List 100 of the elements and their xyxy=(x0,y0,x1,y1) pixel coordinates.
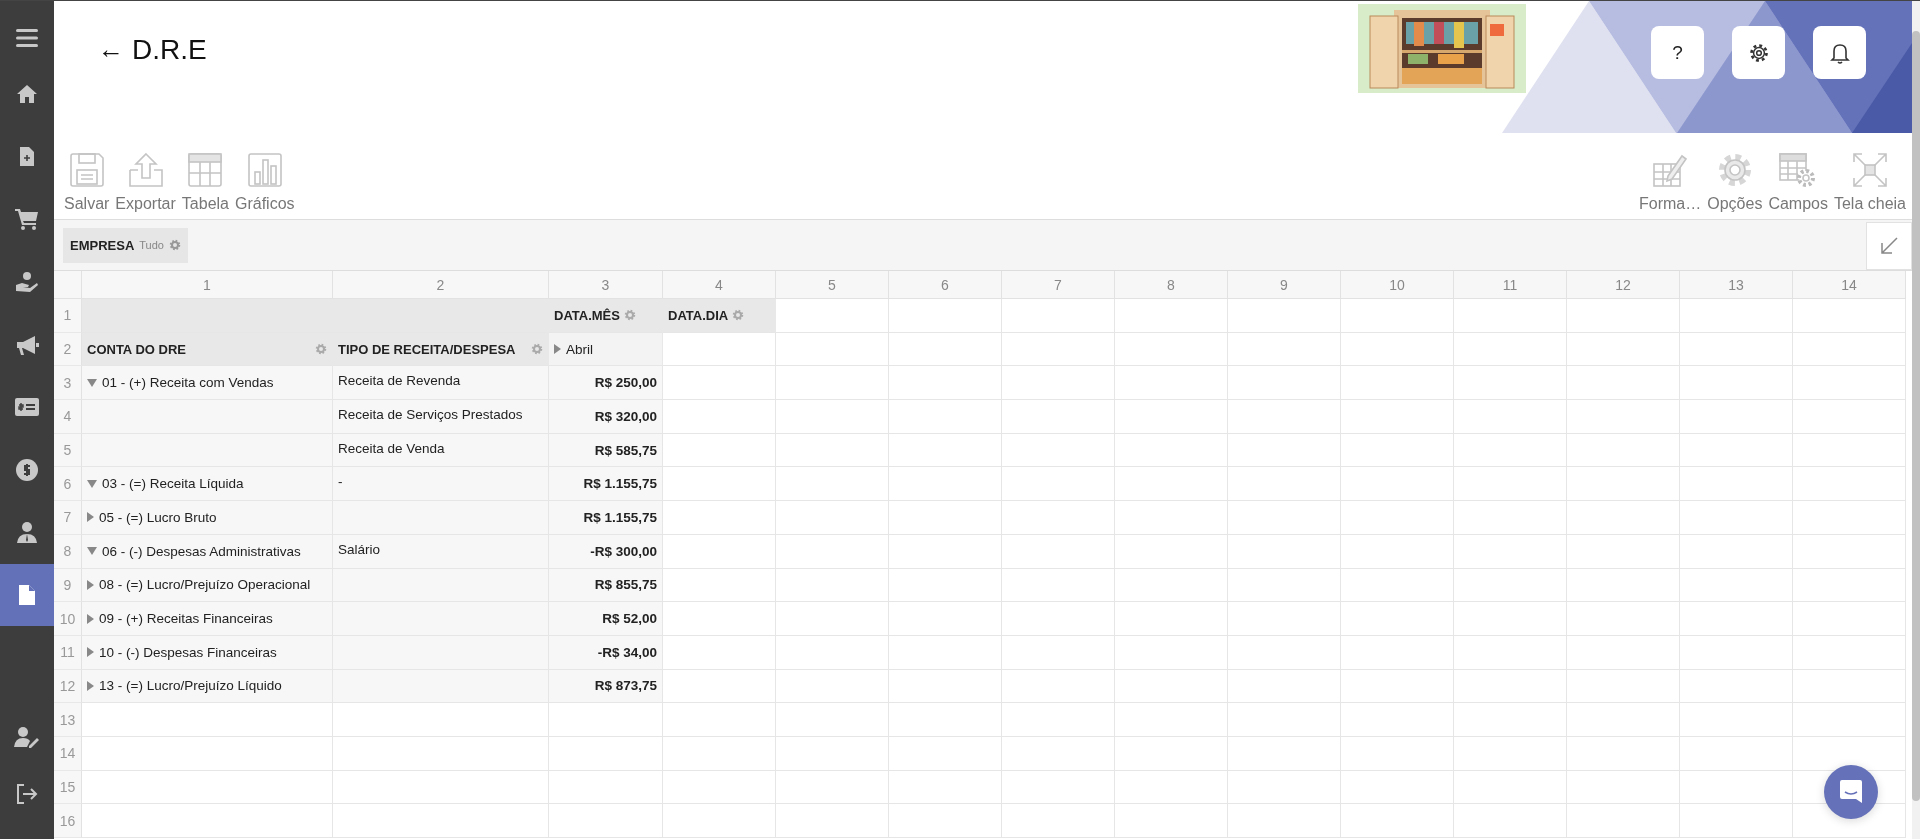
scrollbar[interactable] xyxy=(1912,1,1920,839)
column-number: 12 xyxy=(1567,271,1680,299)
cell-text: 10 - (-) Despesas Financeiras xyxy=(99,644,277,660)
bell-icon xyxy=(1829,41,1850,64)
fullscreen-button[interactable]: Tela cheia xyxy=(1831,152,1908,213)
charts-button[interactable]: Gráficos xyxy=(233,152,297,213)
cell-text: 06 - (-) Despesas Administrativas xyxy=(102,543,301,559)
table-cell: Receita de Revenda xyxy=(333,366,549,401)
row-number: 8 xyxy=(54,534,82,569)
column-field-header[interactable]: DATA.MÊS xyxy=(549,299,663,333)
person-icon xyxy=(16,521,38,544)
row-number: 4 xyxy=(54,400,82,434)
row-number: 3 xyxy=(54,366,82,401)
gear-icon xyxy=(732,309,745,322)
caret-icon[interactable] xyxy=(87,479,97,488)
sidebar-item[interactable] xyxy=(0,563,54,627)
filter-chip[interactable]: EMPRESA Tudo xyxy=(63,227,188,263)
column-number: 1 xyxy=(82,271,333,299)
filter-value: Tudo xyxy=(139,239,164,251)
options-button[interactable]: Opções xyxy=(1705,152,1765,213)
table-cell: R$ 873,75 xyxy=(549,669,663,704)
caret-icon[interactable] xyxy=(87,680,94,691)
table-cell: R$ 1.155,75 xyxy=(549,501,663,535)
table-cell: R$ 585,75 xyxy=(549,433,663,468)
menu-icon xyxy=(16,28,38,48)
file-add-icon xyxy=(19,146,35,168)
gear-icon xyxy=(1716,152,1753,188)
money-card-icon xyxy=(15,398,39,417)
table-cell: -R$ 300,00 xyxy=(549,534,663,569)
column-field-header[interactable]: DATA.DIA xyxy=(663,299,776,333)
row-number: 2 xyxy=(54,332,82,367)
caret-icon[interactable] xyxy=(87,647,94,658)
table-cell: Receita de Venda xyxy=(333,433,549,468)
cell-text: 13 - (=) Lucro/Prejuízo Líquido xyxy=(99,678,282,694)
save-button[interactable]: Salvar xyxy=(62,152,112,213)
table-pencil-icon xyxy=(1652,152,1689,188)
diagonal-arrow-icon xyxy=(1879,236,1899,256)
bar-chart-icon xyxy=(246,152,283,188)
table-button[interactable]: Tabela xyxy=(179,152,231,213)
settings-icon xyxy=(1748,42,1769,63)
row-number: 10 xyxy=(54,602,82,636)
row-number: 14 xyxy=(54,736,82,771)
row-number: 5 xyxy=(54,433,82,468)
gear-icon xyxy=(531,343,543,356)
gear-icon xyxy=(315,343,327,356)
cell-text: 09 - (+) Receitas Financeiras xyxy=(99,611,273,627)
row-number: 13 xyxy=(54,703,82,737)
caret-icon[interactable] xyxy=(87,579,94,590)
logout-icon xyxy=(16,782,38,805)
caret-icon[interactable] xyxy=(87,613,94,624)
caret-icon[interactable] xyxy=(554,344,561,355)
notifications-button[interactable] xyxy=(1813,26,1866,79)
column-number: 14 xyxy=(1793,271,1906,299)
row-number: 15 xyxy=(54,770,82,805)
help-button[interactable]: ? xyxy=(1651,26,1704,79)
user-edit-icon xyxy=(14,726,40,749)
column-number: 10 xyxy=(1341,271,1454,299)
row-number: 11 xyxy=(54,635,82,670)
table-cell: -R$ 34,00 xyxy=(549,635,663,670)
home-icon xyxy=(16,84,38,105)
column-number: 11 xyxy=(1454,271,1567,299)
table-cell: R$ 1.155,75 xyxy=(549,467,663,502)
fullscreen-icon xyxy=(1851,152,1888,188)
column-number: 4 xyxy=(663,271,776,299)
hand-coin-icon xyxy=(15,271,39,294)
caret-icon[interactable] xyxy=(87,378,97,387)
cell-text: 05 - (=) Lucro Bruto xyxy=(99,509,217,525)
row-number: 1 xyxy=(54,299,82,333)
column-number: 2 xyxy=(333,271,549,299)
upload-icon xyxy=(127,152,164,188)
column-number: 7 xyxy=(1002,271,1115,299)
row-number: 9 xyxy=(54,568,82,603)
back-link[interactable]: ← xyxy=(98,34,132,65)
row-field-header[interactable]: CONTA DO DRE xyxy=(82,332,333,367)
cell-text: 01 - (+) Receita com Vendas xyxy=(102,375,274,391)
table-cell: R$ 855,75 xyxy=(549,568,663,603)
row-number: 16 xyxy=(54,804,82,838)
column-number: 13 xyxy=(1680,271,1793,299)
format-button[interactable]: Forma… xyxy=(1637,152,1704,213)
page-title: D.R.E xyxy=(132,33,207,66)
megaphone-icon xyxy=(15,333,39,356)
row-field-header[interactable]: TIPO DE RECEITA/DESPESA xyxy=(333,332,549,367)
table-cell: Receita de Serviços Prestados xyxy=(333,400,549,434)
document-icon xyxy=(18,584,36,607)
gear-icon xyxy=(623,309,636,322)
caret-icon[interactable] xyxy=(87,547,97,556)
cell-text: Abril xyxy=(566,341,593,357)
row-number: 7 xyxy=(54,501,82,535)
cart-icon xyxy=(15,208,39,231)
column-number: 8 xyxy=(1115,271,1228,299)
table-icon xyxy=(187,152,224,188)
table-cell: - xyxy=(333,467,549,502)
cell-text: 03 - (=) Receita Líquida xyxy=(102,476,244,492)
export-button[interactable]: Exportar xyxy=(113,152,178,213)
settings-button[interactable] xyxy=(1732,26,1785,79)
fields-button[interactable]: Campos xyxy=(1766,152,1830,213)
caret-icon[interactable] xyxy=(87,512,94,523)
column-number: 3 xyxy=(549,271,663,299)
column-number: 6 xyxy=(889,271,1002,299)
table-cell: R$ 320,00 xyxy=(549,400,663,434)
